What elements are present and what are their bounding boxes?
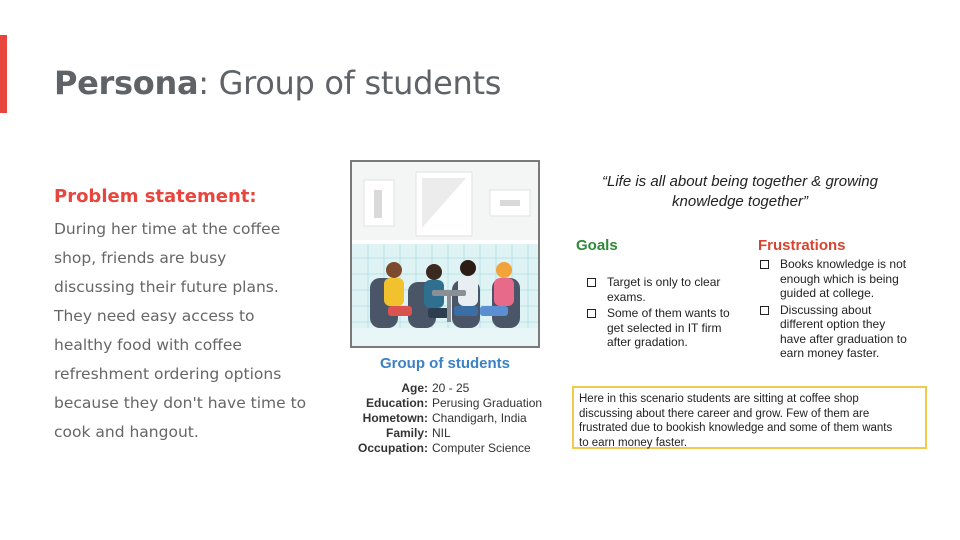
accent-bar	[0, 35, 7, 113]
title-rest: : Group of students	[198, 64, 502, 102]
frustration-line: different option they	[780, 317, 886, 331]
goal-line: get selected in IT firm	[607, 320, 722, 335]
problem-line: cook and hangout.	[54, 423, 199, 441]
frustrations-list: Books knowledge is not enough which is b…	[760, 257, 920, 363]
persona-name: Group of students	[380, 355, 510, 372]
problem-line: refreshment ordering options	[54, 365, 282, 383]
goal-line: Target is only to clear	[607, 275, 721, 289]
detail-label: Age:	[401, 381, 428, 395]
frustration-line: Discussing about	[780, 302, 872, 317]
problem-line: healthy food with coffee	[54, 336, 242, 354]
frustration-item: Books knowledge is not enough which is b…	[760, 257, 920, 301]
detail-row-occupation: Occupation: Computer Science	[350, 441, 542, 456]
detail-label: Hometown:	[362, 411, 428, 425]
frustration-line: guided at college.	[780, 286, 875, 300]
students-illustration	[352, 162, 538, 346]
problem-line: They need easy access to	[54, 307, 255, 325]
problem-line: discussing their future plans.	[54, 278, 279, 296]
frustrations-heading: Frustrations	[758, 237, 846, 254]
detail-row-age: Age: 20 - 25	[350, 381, 542, 396]
detail-row-family: Family: NIL	[350, 426, 542, 441]
problem-line: shop, friends are busy	[54, 249, 227, 267]
checkbox-bullet-icon	[587, 309, 596, 318]
goal-line: Some of them wants to	[607, 306, 730, 320]
frustration-line: earn money faster.	[780, 346, 880, 360]
slide-title: Persona: Group of students	[54, 64, 501, 102]
goal-line: after gradation.	[607, 335, 688, 349]
checkbox-bullet-icon	[760, 260, 769, 269]
scenario-line: Here in this scenario students are sitti…	[579, 393, 859, 405]
detail-value: Perusing Graduation	[432, 396, 543, 410]
scenario-line: discussing about there career and grow. …	[579, 407, 870, 420]
quote-line: “Life is all about being together & grow…	[601, 173, 878, 190]
problem-line: During her time at the coffee	[54, 220, 281, 238]
frustration-item: Discussing about different option they h…	[760, 303, 920, 361]
goals-heading: Goals	[576, 237, 618, 254]
detail-value: Chandigarh, India	[432, 411, 527, 425]
persona-quote: “Life is all about being together & grow…	[575, 172, 905, 212]
problem-statement-body: During her time at the coffee shop, frie…	[54, 215, 307, 447]
goal-item: Some of them wants to get selected in IT…	[587, 306, 747, 350]
detail-label: Education:	[366, 396, 428, 410]
persona-illustration	[350, 160, 540, 348]
title-bold: Persona	[54, 64, 199, 102]
frustration-line: Books knowledge is not	[780, 257, 907, 271]
problem-line: because they don't have time to	[54, 394, 307, 412]
detail-row-hometown: Hometown: Chandigarh, India	[350, 411, 542, 426]
detail-label: Family:	[385, 426, 428, 440]
scenario-box: Here in this scenario students are sitti…	[572, 386, 927, 449]
detail-label: Occupation:	[357, 441, 428, 455]
scenario-line: to earn money faster.	[579, 436, 688, 449]
checkbox-bullet-icon	[587, 278, 596, 287]
detail-value: 20 - 25	[432, 381, 470, 395]
goal-line: exams.	[607, 289, 646, 304]
problem-statement-heading: Problem statement:	[54, 186, 257, 207]
persona-details: Age: 20 - 25 Education: Perusing Graduat…	[350, 381, 542, 456]
frustration-line: enough which is being	[780, 271, 899, 286]
scenario-line: frustrated due to bookish knowledge and …	[579, 422, 893, 434]
frustration-line: have after graduation to	[780, 331, 907, 346]
detail-row-education: Education: Perusing Graduation	[350, 396, 542, 411]
quote-line: knowledge together”	[672, 193, 808, 210]
goal-item: Target is only to clear exams.	[587, 275, 747, 304]
checkbox-bullet-icon	[760, 305, 769, 315]
goals-list: Target is only to clear exams. Some of t…	[587, 275, 747, 352]
detail-value: NIL	[432, 426, 451, 440]
detail-value: Computer Science	[432, 441, 531, 455]
